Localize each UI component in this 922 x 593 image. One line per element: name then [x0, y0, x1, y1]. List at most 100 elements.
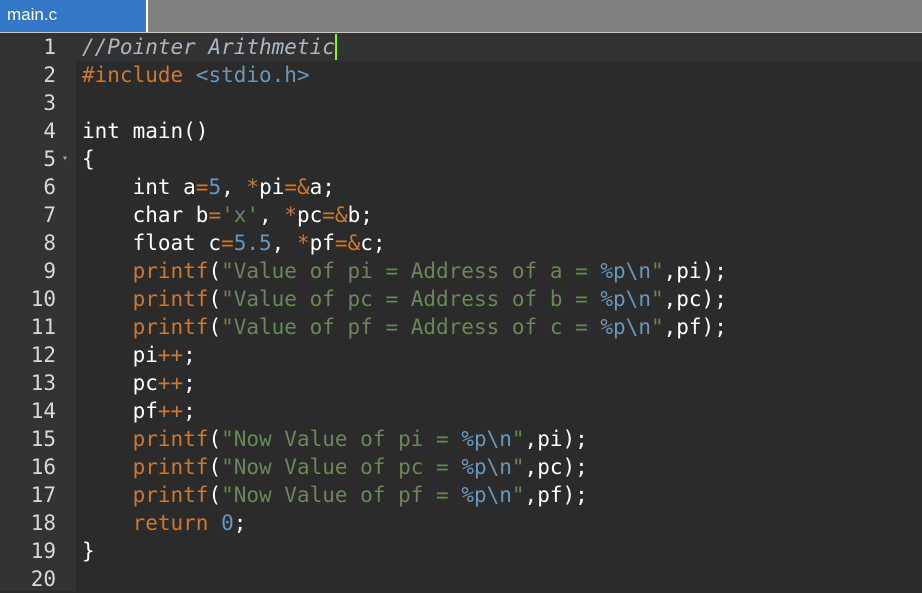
- line-code: printf("Now Value of pc = %p\n",pc);: [82, 453, 588, 481]
- code-token: float c: [82, 231, 222, 255]
- code-token: "Value of pc = Address of b =: [221, 287, 601, 311]
- code-token: int a: [82, 175, 196, 199]
- code-line-6[interactable]: 6 int a=5, *pi=&a;: [0, 173, 922, 201]
- code-token: ,pf);: [524, 483, 588, 507]
- code-token: (: [208, 315, 222, 339]
- fold-toggle-icon[interactable]: ▾: [62, 145, 68, 173]
- line-code: printf("Value of pi = Address of a = %p\…: [82, 257, 727, 285]
- code-line-14[interactable]: 14 pf++;: [0, 397, 922, 425]
- line-code: pf++;: [82, 397, 196, 425]
- code-line-20[interactable]: 20: [0, 565, 922, 593]
- code-token: (: [208, 455, 222, 479]
- line-number: 18: [30, 511, 56, 535]
- line-code: return 0;: [82, 509, 247, 537]
- code-line-3[interactable]: 3: [0, 89, 922, 117]
- code-token: ": [650, 259, 664, 283]
- code-token: =: [208, 203, 222, 227]
- line-code: }: [82, 537, 95, 565]
- code-token: ": [650, 315, 664, 339]
- code-line-16[interactable]: 16 printf("Now Value of pc = %p\n",pc);: [0, 453, 922, 481]
- line-number: 9: [43, 259, 56, 283]
- line-number: 15: [30, 427, 56, 451]
- code-token: pc: [82, 371, 158, 395]
- code-token: ,pi);: [524, 427, 588, 451]
- code-token: 5: [208, 175, 222, 199]
- line-number: 17: [30, 483, 56, 507]
- code-token: ++: [157, 343, 184, 367]
- line-number: 6: [43, 175, 56, 199]
- code-token: %p\n: [461, 483, 512, 507]
- code-line-18[interactable]: 18 return 0;: [0, 509, 922, 537]
- code-token: "Value of pf = Address of c =: [221, 315, 601, 339]
- line-number: 5: [43, 147, 56, 171]
- code-token: printf: [132, 455, 209, 479]
- code-line-5[interactable]: 5 ▾ {: [0, 145, 922, 173]
- code-line-8[interactable]: 8 float c=5.5, *pf=&c;: [0, 229, 922, 257]
- code-line-2[interactable]: 2 #include <stdio.h>: [0, 61, 922, 89]
- code-token: ": [511, 427, 525, 451]
- code-line-12[interactable]: 12 pi++;: [0, 341, 922, 369]
- code-token: ,pc);: [524, 455, 588, 479]
- line-code: //Pointer Arithmetic: [82, 33, 337, 61]
- line-number: 16: [30, 455, 56, 479]
- code-token: b;: [347, 203, 373, 227]
- code-line-4[interactable]: 4 int main(): [0, 117, 922, 145]
- line-code: printf("Now Value of pi = %p\n",pi);: [82, 425, 588, 453]
- code-token: c;: [360, 231, 386, 255]
- code-token: printf: [132, 427, 209, 451]
- code-line-10[interactable]: 10 printf("Value of pc = Address of b = …: [0, 285, 922, 313]
- code-token: =&: [334, 231, 361, 255]
- code-token: <stdio.h>: [195, 63, 310, 87]
- code-token: printf: [132, 287, 209, 311]
- code-token: (: [208, 287, 222, 311]
- line-code: {: [82, 145, 95, 173]
- code-token: "Value of pi = Address of a =: [221, 259, 601, 283]
- text-caret: [334, 34, 337, 60]
- code-line-13[interactable]: 13 pc++;: [0, 369, 922, 397]
- code-line-17[interactable]: 17 printf("Now Value of pf = %p\n",pf);: [0, 481, 922, 509]
- line-number: 7: [43, 203, 56, 227]
- code-token: =: [221, 231, 234, 255]
- line-code: printf("Now Value of pf = %p\n",pf);: [82, 481, 588, 509]
- line-code: printf("Value of pc = Address of b = %p\…: [82, 285, 727, 313]
- code-token: ;: [183, 371, 196, 395]
- code-token: *: [246, 175, 260, 199]
- line-number: 19: [30, 539, 56, 563]
- line-number: 14: [30, 399, 56, 423]
- code-token: char b: [82, 203, 209, 227]
- code-token: ++: [157, 371, 184, 395]
- code-line-19[interactable]: 19}: [0, 537, 922, 565]
- code-token: "Now Value of pi =: [221, 427, 462, 451]
- code-token: (: [208, 427, 222, 451]
- code-token: ": [650, 287, 664, 311]
- code-token: ;: [183, 343, 196, 367]
- code-token: 0: [221, 511, 234, 535]
- code-line-1[interactable]: 1 //Pointer Arithmetic: [0, 33, 922, 61]
- line-code: float c=5.5, *pf=&c;: [82, 229, 386, 257]
- line-code: printf("Value of pf = Address of c = %p\…: [82, 313, 727, 341]
- code-token: =: [195, 175, 209, 199]
- tab-main-c[interactable]: main.c: [0, 0, 148, 32]
- code-token: ;: [233, 511, 247, 535]
- code-token: pf: [82, 399, 158, 423]
- code-token: printf: [132, 259, 209, 283]
- code-line-9[interactable]: 9 printf("Value of pi = Address of a = %…: [0, 257, 922, 285]
- code-token: %p\n: [600, 315, 651, 339]
- code-line-11[interactable]: 11 printf("Value of pf = Address of c = …: [0, 313, 922, 341]
- line-code: char b='x', *pc=&b;: [82, 201, 373, 229]
- code-line-15[interactable]: 15 printf("Now Value of pi = %p\n",pi);: [0, 425, 922, 453]
- code-token: return: [132, 511, 209, 535]
- code-line-7[interactable]: 7 char b='x', *pc=&b;: [0, 201, 922, 229]
- code-editor[interactable]: 1 //Pointer Arithmetic 2 #include <stdio.h>…: [0, 33, 922, 591]
- line-code: int a=5, *pi=&a;: [82, 173, 335, 201]
- code-token: a;: [309, 175, 335, 199]
- code-token: ,pi);: [663, 259, 727, 283]
- code-token: ,: [271, 231, 297, 255]
- code-token: %p\n: [461, 427, 512, 451]
- code-token: *: [284, 203, 297, 227]
